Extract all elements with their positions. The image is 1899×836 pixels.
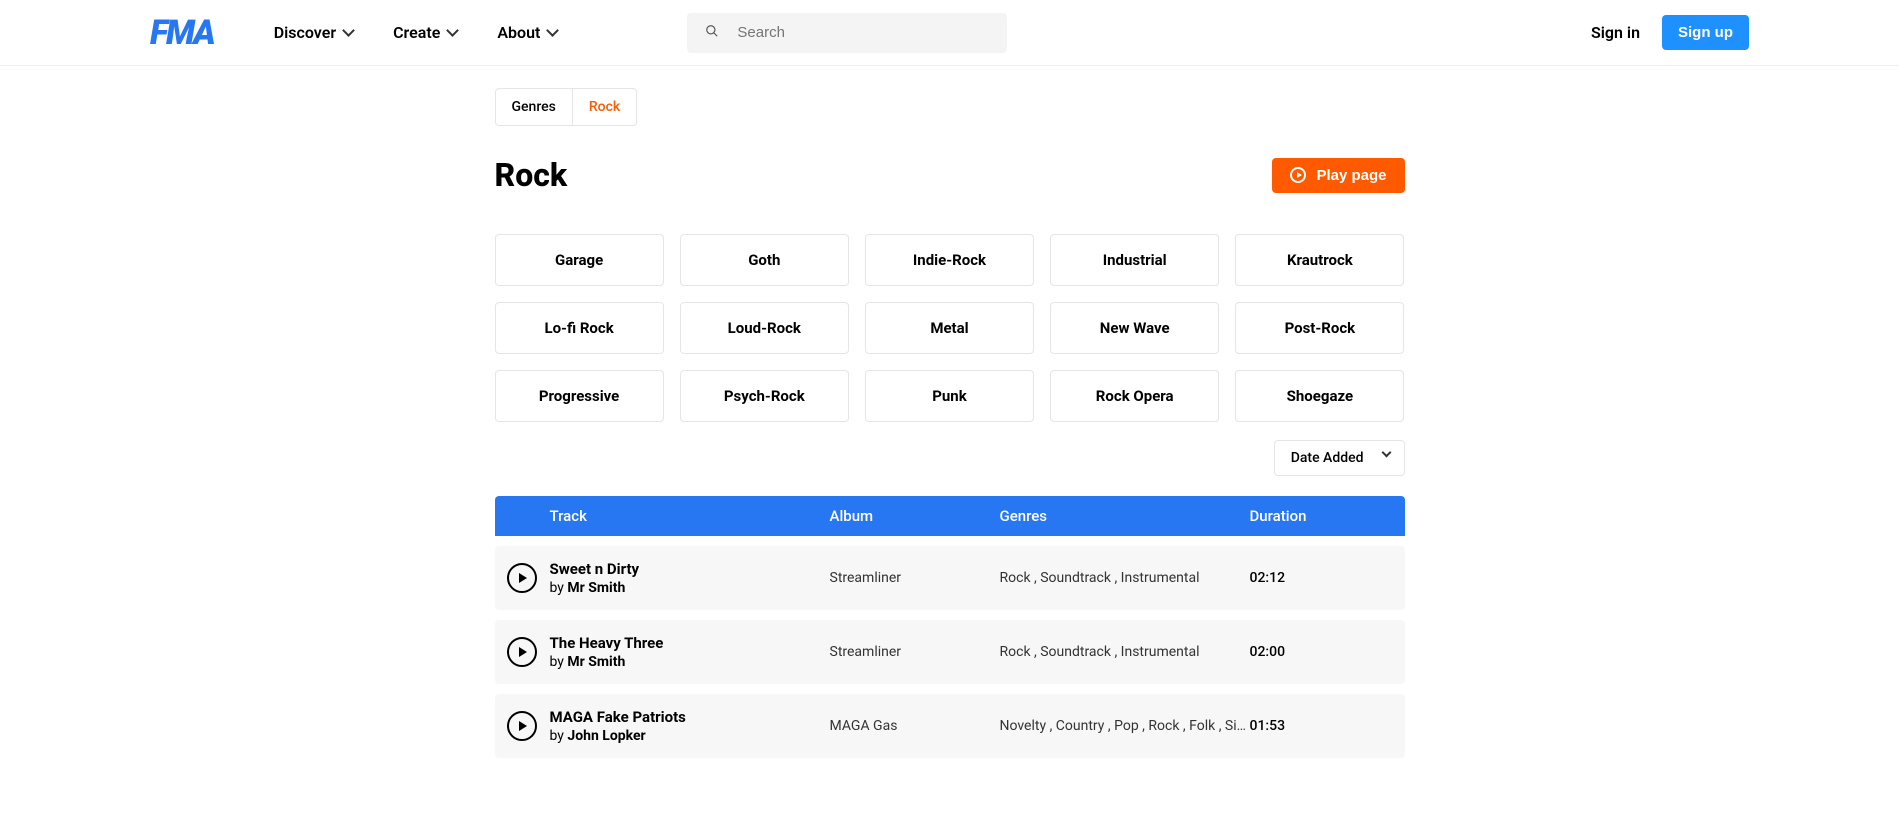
signup-button[interactable]: Sign up (1662, 15, 1749, 50)
subgenre-tile[interactable]: Shoegaze (1235, 370, 1404, 422)
track-artist[interactable]: John Lopker (567, 728, 645, 744)
nav-discover[interactable]: Discover (274, 23, 353, 42)
track-genres[interactable]: Novelty , Country , Pop , Rock , Folk , … (1000, 718, 1250, 734)
nav-create[interactable]: Create (393, 23, 457, 42)
track-row: MAGA Fake Patriots by John LopkerMAGA Gas… (495, 694, 1405, 758)
track-byline: by John Lopker (550, 728, 830, 744)
subgenre-grid: Garage Goth Indie-Rock Industrial Krautrock L… (495, 234, 1405, 422)
subgenre-tile[interactable]: Psych-Rock (680, 370, 849, 422)
track-duration: 02:00 (1250, 644, 1340, 660)
track-row: Sweet n Dirty by Mr SmithStreamlinerRock … (495, 546, 1405, 610)
subgenre-tile[interactable]: Progressive (495, 370, 664, 422)
track-album[interactable]: MAGA Gas (830, 718, 1000, 734)
sort-row: Date Added (495, 440, 1405, 476)
search-icon (705, 24, 719, 42)
play-page-button[interactable]: Play page (1272, 158, 1404, 193)
subgenre-tile[interactable]: Krautrock (1235, 234, 1404, 286)
title-row: Rock Play page (495, 156, 1405, 194)
subgenre-tile[interactable]: Metal (865, 302, 1034, 354)
track-genres[interactable]: Rock , Soundtrack , Instrumental (1000, 570, 1250, 586)
search-wrap (687, 13, 1007, 53)
track-artist[interactable]: Mr Smith (567, 654, 625, 670)
subgenre-tile[interactable]: Lo-fi Rock (495, 302, 664, 354)
track-title[interactable]: MAGA Fake Patriots (550, 708, 830, 726)
header: FMA Discover Create About Sign in Sign u… (0, 0, 1899, 66)
page-title: Rock (495, 156, 568, 194)
subgenre-tile[interactable]: Punk (865, 370, 1034, 422)
subgenre-tile[interactable]: Industrial (1050, 234, 1219, 286)
track-album[interactable]: Streamliner (830, 570, 1000, 586)
th-album: Album (830, 507, 1000, 525)
nav: Discover Create About (274, 23, 558, 42)
nav-about[interactable]: About (497, 23, 557, 42)
play-button[interactable] (507, 711, 537, 741)
logo[interactable]: FMA (150, 13, 214, 53)
nav-about-label: About (497, 23, 540, 42)
track-byline: by Mr Smith (550, 654, 830, 670)
nav-discover-label: Discover (274, 23, 336, 42)
track-byline: by Mr Smith (550, 580, 830, 596)
subgenre-tile[interactable]: New Wave (1050, 302, 1219, 354)
track-title[interactable]: Sweet n Dirty (550, 560, 830, 578)
track-duration: 01:53 (1250, 718, 1340, 734)
search-input[interactable] (737, 24, 989, 41)
nav-create-label: Create (393, 23, 440, 42)
th-track: Track (550, 507, 830, 525)
chevron-down-icon (547, 24, 560, 37)
track-genres[interactable]: Rock , Soundtrack , Instrumental (1000, 644, 1250, 660)
th-genres: Genres (1000, 507, 1250, 525)
sort-select[interactable]: Date Added (1274, 440, 1405, 476)
subgenre-tile[interactable]: Loud-Rock (680, 302, 849, 354)
chevron-down-icon (1381, 448, 1391, 458)
subgenre-tile[interactable]: Rock Opera (1050, 370, 1219, 422)
track-artist[interactable]: Mr Smith (567, 580, 625, 596)
breadcrumb-rock[interactable]: Rock (572, 89, 636, 125)
track-title[interactable]: The Heavy Three (550, 634, 830, 652)
track-list: Sweet n Dirtyby Mr SmithStreamlinerRock … (495, 546, 1405, 758)
track-duration: 02:12 (1250, 570, 1340, 586)
play-page-label: Play page (1316, 167, 1386, 184)
signin-link[interactable]: Sign in (1591, 23, 1640, 42)
table-header: Track Album Genres Duration (495, 496, 1405, 536)
breadcrumb: Genres Rock (495, 88, 638, 126)
play-button[interactable] (507, 563, 537, 593)
breadcrumb-genres[interactable]: Genres (496, 89, 572, 125)
subgenre-tile[interactable]: Garage (495, 234, 664, 286)
chevron-down-icon (446, 24, 459, 37)
main: Genres Rock Rock Play page Garage Goth Ind… (495, 66, 1405, 758)
chevron-down-icon (342, 24, 355, 37)
subgenre-tile[interactable]: Goth (680, 234, 849, 286)
subgenre-tile[interactable]: Indie-Rock (865, 234, 1034, 286)
play-circle-icon (1290, 167, 1306, 183)
track-album[interactable]: Streamliner (830, 644, 1000, 660)
subgenre-tile[interactable]: Post-Rock (1235, 302, 1404, 354)
play-button[interactable] (507, 637, 537, 667)
track-row: The Heavy Three by Mr SmithStreamlinerRoc… (495, 620, 1405, 684)
th-duration: Duration (1250, 507, 1340, 525)
sort-selected: Date Added (1291, 450, 1364, 466)
